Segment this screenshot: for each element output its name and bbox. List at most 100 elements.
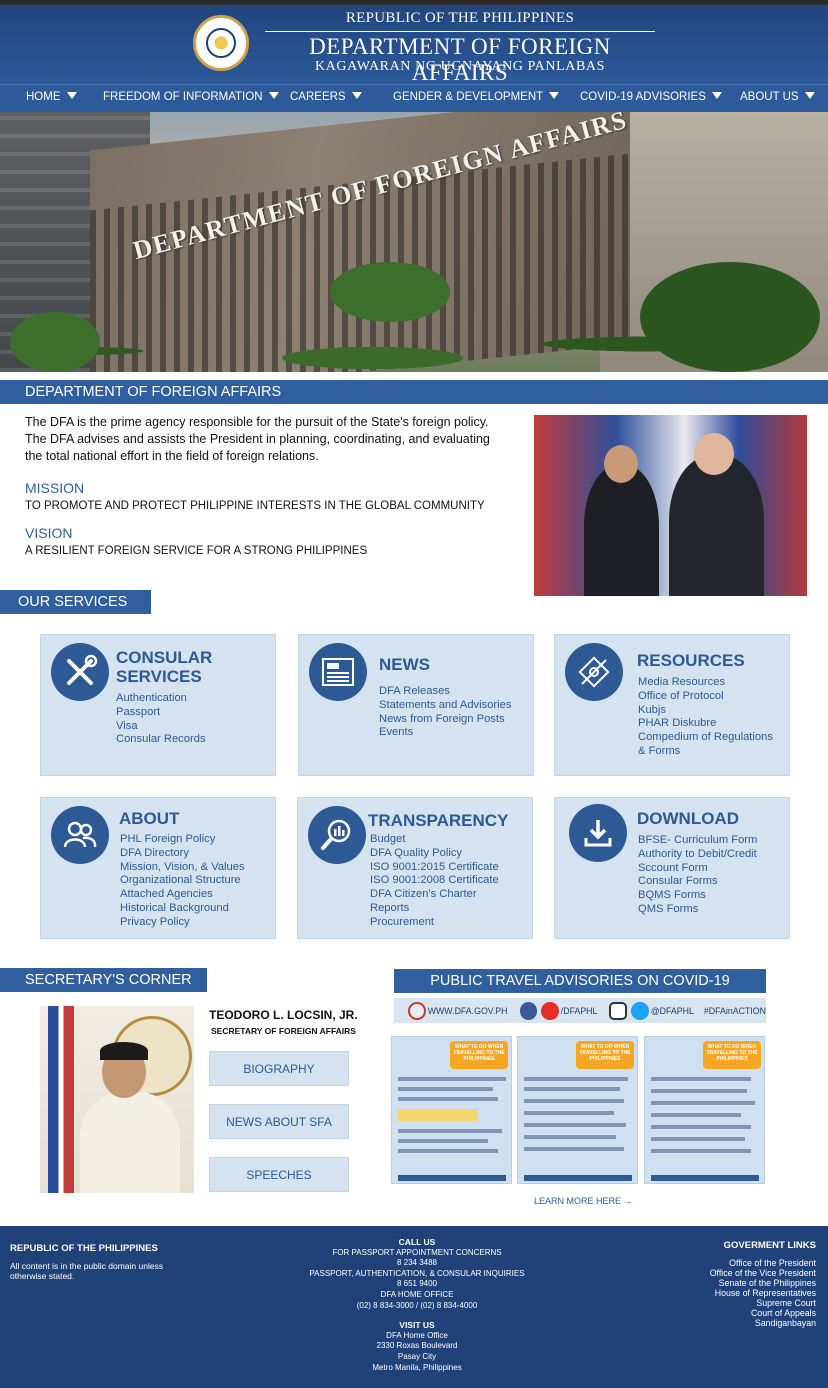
link-phl-foreign-policy[interactable]: PHL Foreign Policy: [120, 833, 245, 847]
home-office-phone[interactable]: (02) 8 834-3000 / (02) 8 834-4000: [294, 1301, 540, 1312]
newspaper-icon: [309, 643, 367, 701]
services-section-title: OUR SERVICES: [0, 590, 151, 614]
social-strip: WWW.DFA.GOV.PH /DFAPHL @DFAPHL #DFAinACT…: [394, 998, 766, 1023]
facebook-handle[interactable]: /DFAPHL: [561, 1006, 598, 1016]
masthead: REPUBLIC OF THE PHILIPPINES DEPARTMENT O…: [0, 5, 828, 85]
link-forms[interactable]: & Forms: [638, 745, 773, 759]
gov-link[interactable]: Senate of the Philippines: [596, 1278, 816, 1288]
card-about[interactable]: ABOUT PHL Foreign Policy DFA Directory M…: [40, 797, 276, 939]
link-qms-forms[interactable]: QMS Forms: [638, 903, 757, 917]
card-news[interactable]: NEWS DFA Releases Statements and Advisor…: [298, 634, 534, 776]
advisory-poster-2[interactable]: WHAT TO DO WHEN TRAVELLING TO THE PHILIP…: [517, 1036, 638, 1184]
gov-link[interactable]: Supreme Court: [596, 1298, 816, 1308]
youtube-icon[interactable]: [541, 1001, 559, 1020]
card-transparency[interactable]: TRANSPARENCY Budget DFA Quality Policy I…: [297, 797, 533, 939]
site-footer: REPUBLIC OF THE PHILIPPINES All content …: [0, 1226, 828, 1388]
link-authority-debit-credit[interactable]: Authority to Debit/Credit: [638, 848, 757, 862]
link-authentication[interactable]: Authentication: [116, 692, 206, 706]
nav-careers[interactable]: CAREERS: [290, 91, 362, 103]
secretary-role: SECRETARY OF FOREIGN AFFAIRS: [211, 1026, 356, 1036]
card-consular-services[interactable]: CONSULAR SERVICES Authentication Passport…: [40, 634, 276, 776]
link-privacy-policy[interactable]: Privacy Policy: [120, 916, 245, 930]
link-kubjs[interactable]: Kubjs: [638, 704, 773, 718]
card-title: CONSULAR SERVICES: [116, 648, 213, 686]
social-handle[interactable]: @DFAPHL: [651, 1006, 694, 1016]
nav-about-us[interactable]: ABOUT US: [740, 91, 815, 103]
resources-icon: [565, 643, 623, 701]
nav-gender-development[interactable]: GENDER & DEVELOPMENT: [393, 91, 560, 103]
passport-phone[interactable]: 8 234 3488: [294, 1258, 540, 1269]
secretary-portrait: [40, 1006, 194, 1193]
link-dfa-releases[interactable]: DFA Releases: [379, 685, 511, 699]
intro-text: The DFA is the prime agency responsible …: [25, 415, 490, 463]
link-consular-forms[interactable]: Consular Forms: [638, 875, 757, 889]
link-dfa-directory[interactable]: DFA Directory: [120, 847, 245, 861]
nav-covid-advisories[interactable]: COVID-19 ADVISORIES: [580, 91, 722, 103]
link-quality-policy[interactable]: DFA Quality Policy: [370, 847, 499, 861]
link-mission-vision-values[interactable]: Mission, Vision, & Values: [120, 861, 245, 875]
link-sccount-form[interactable]: Sccount Form: [638, 862, 757, 876]
link-visa[interactable]: Visa: [116, 720, 206, 734]
gov-link[interactable]: Sandiganbayan: [596, 1318, 816, 1328]
link-consular-records[interactable]: Consular Records: [116, 733, 206, 747]
secretary-name: TEODORO L. LOCSIN, JR.: [209, 1008, 358, 1022]
hashtag: #DFAinACTION: [703, 1005, 766, 1016]
card-download[interactable]: DOWNLOAD BFSE- Curriculum Form Authority…: [554, 797, 790, 939]
consular-phone[interactable]: 8 651 9400: [294, 1279, 540, 1290]
instagram-icon[interactable]: [609, 1001, 628, 1020]
link-iso-2008[interactable]: ISO 9001:2008 Certificate: [370, 874, 499, 888]
speeches-button[interactable]: SPEECHES: [209, 1157, 349, 1192]
link-statements-advisories[interactable]: Statements and Advisories: [379, 699, 511, 713]
link-office-of-protocol[interactable]: Office of Protocol: [638, 690, 773, 704]
link-budget[interactable]: Budget: [370, 833, 499, 847]
link-procurement[interactable]: Procurement: [370, 916, 499, 930]
card-title: ABOUT: [119, 809, 180, 828]
link-media-resources[interactable]: Media Resources: [638, 676, 773, 690]
facebook-icon[interactable]: [519, 1001, 538, 1020]
main-nav: HOME FREEDOM OF INFORMATION CAREERS GEND…: [0, 84, 828, 112]
biography-button[interactable]: BIOGRAPHY: [209, 1051, 349, 1086]
link-bfse-curriculum-form[interactable]: BFSE- Curriculum Form: [638, 834, 757, 848]
header-filipino-name: KAGAWARAN NG UGNAYANG PANLABAS: [314, 59, 606, 74]
gov-link[interactable]: Office of the Vice President: [596, 1268, 816, 1278]
link-reports[interactable]: Reports: [370, 902, 499, 916]
card-title: NEWS: [379, 655, 430, 674]
link-passport[interactable]: Passport: [116, 706, 206, 720]
nav-home[interactable]: HOME: [26, 91, 77, 103]
chevron-down-icon: [549, 92, 560, 99]
chevron-down-icon: [711, 92, 722, 99]
mission-text: TO PROMOTE AND PROTECT PHILIPPINE INTERE…: [25, 500, 485, 512]
link-historical-background[interactable]: Historical Background: [120, 902, 245, 916]
card-title: DOWNLOAD: [637, 809, 739, 828]
magnifier-chart-icon: [308, 806, 366, 864]
secretary-section-title: SECRETARY'S CORNER: [0, 968, 207, 992]
philippine-flag: [48, 1006, 74, 1193]
learn-more-link[interactable]: LEARN MORE HERE →: [534, 1196, 633, 1206]
link-bqms-forms[interactable]: BQMS Forms: [638, 889, 757, 903]
gov-link[interactable]: House of Representatives: [596, 1288, 816, 1298]
gov-link[interactable]: Office of the President: [596, 1258, 816, 1268]
footer-public-domain: All content is in the public domain unle…: [10, 1261, 164, 1281]
link-news-foreign-posts[interactable]: News from Foreign Posts: [379, 713, 511, 727]
link-iso-2015[interactable]: ISO 9001:2015 Certificate: [370, 861, 499, 875]
dfa-seal-icon: [408, 1001, 426, 1020]
advisory-poster-3[interactable]: WHAT TO DO WHEN TRAVELLING TO THE PHILIP…: [644, 1036, 765, 1184]
nav-freedom-of-information[interactable]: FREEDOM OF INFORMATION: [103, 91, 279, 103]
news-about-sfa-button[interactable]: NEWS ABOUT SFA: [209, 1104, 349, 1139]
website-text[interactable]: WWW.DFA.GOV.PH: [428, 1006, 508, 1016]
chevron-down-icon: [268, 92, 279, 99]
link-events[interactable]: Events: [379, 726, 511, 740]
advisory-poster-1[interactable]: WHAT TO DO WHEN TRAVELLING TO THE PHILIP…: [391, 1036, 512, 1184]
link-phar-diskubre[interactable]: PHAR Diskubre: [638, 717, 773, 731]
dfa-seal-logo[interactable]: [193, 15, 249, 71]
card-resources[interactable]: RESOURCES Media Resources Office of Prot…: [554, 634, 790, 776]
link-citizens-charter[interactable]: DFA Citizen's Charter: [370, 888, 499, 902]
twitter-icon[interactable]: [631, 1001, 649, 1020]
card-title: TRANSPARENCY: [368, 811, 509, 830]
gov-link[interactable]: Court of Appeals: [596, 1308, 816, 1318]
chevron-down-icon: [804, 92, 815, 99]
link-organizational-structure[interactable]: Organizational Structure: [120, 874, 245, 888]
people-icon: [51, 806, 109, 864]
link-compedium-regulations[interactable]: Compedium of Regulations: [638, 731, 773, 745]
link-attached-agencies[interactable]: Attached Agencies: [120, 888, 245, 902]
